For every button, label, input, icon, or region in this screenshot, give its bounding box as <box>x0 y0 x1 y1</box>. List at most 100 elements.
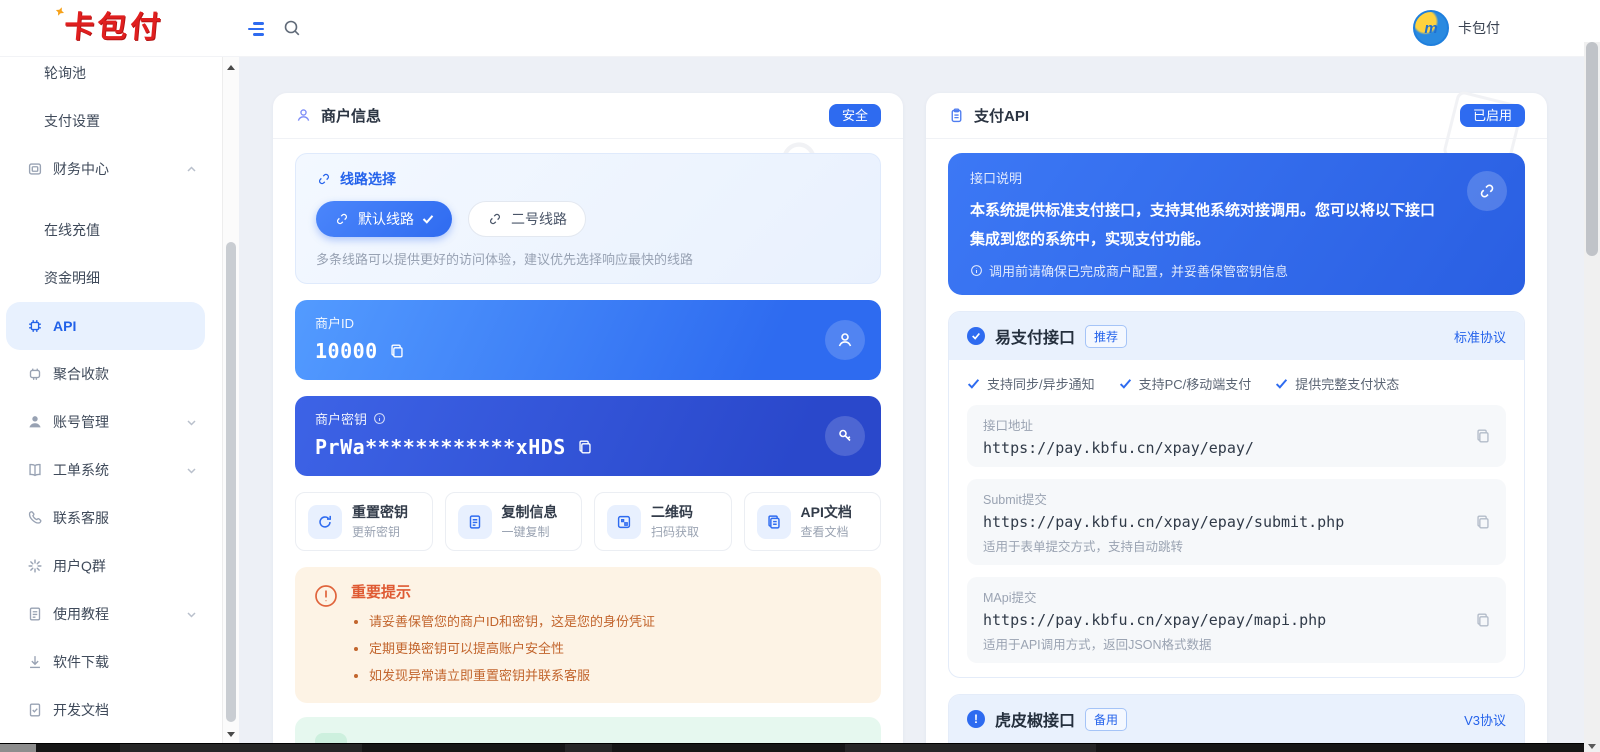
taskbar-strip <box>0 743 1584 752</box>
sidebar-item-contact-support[interactable]: 联系客服 <box>0 494 213 542</box>
hupijiao-protocol-link[interactable]: V3协议 <box>1464 710 1506 729</box>
sidebar-item-dev-docs[interactable]: 开发文档 <box>0 686 213 734</box>
feature-item: 提供完整支付状态 <box>1275 374 1399 393</box>
copy-endpoint-button[interactable] <box>1474 427 1492 445</box>
sidebar-item-tutorials[interactable]: 使用教程 <box>0 590 213 638</box>
merchant-id-value: 10000 <box>315 339 378 363</box>
person-icon <box>295 107 312 124</box>
sidebar-item-finance-center[interactable]: 财务中心 <box>0 145 213 193</box>
endpoint-submit: Submit提交 https://pay.kbfu.cn/xpay/epay/s… <box>967 479 1506 565</box>
copy-endpoint-button[interactable] <box>1474 611 1492 629</box>
endpoint-desc: 适用于API调用方式，返回JSON格式数据 <box>983 634 1460 653</box>
epay-protocol-link[interactable]: 标准协议 <box>1454 327 1506 346</box>
intro-note: 调用前请确保已完成商户配置，并妥善保管密钥信息 <box>970 261 1503 280</box>
merchant-key-value-row: PrWa************xHDS <box>315 435 861 459</box>
scroll-down-arrow[interactable] <box>223 726 239 742</box>
copy-icon <box>388 342 406 360</box>
copy-info-button[interactable]: 复制信息 一键复制 <box>445 492 583 551</box>
important-notice-panel: 重要提示 请妥善保管您的商户ID和密钥，这是您的身份凭证 定期更换密钥可以提高账… <box>295 567 881 703</box>
check-icon <box>967 377 980 390</box>
qrcode-button[interactable]: 二维码 扫码获取 <box>594 492 732 551</box>
sidebar-item-account-management[interactable]: 账号管理 <box>0 398 213 446</box>
copy-icon <box>576 438 594 456</box>
sidebar-item-software-download[interactable]: 软件下载 <box>0 638 213 686</box>
brand-logo-text: 卡包付 <box>63 11 165 44</box>
brand-logo[interactable]: 卡包付 <box>62 9 164 47</box>
sidebar-collapse-button[interactable] <box>248 18 270 40</box>
endpoint-url: https://pay.kbfu.cn/xpay/epay/ <box>983 439 1460 457</box>
merchant-card-header: 商户信息 安全 <box>273 93 903 139</box>
copy-endpoint-button[interactable] <box>1474 513 1492 531</box>
sidebar-item-user-qq-group[interactable]: 用户Q群 <box>0 542 213 590</box>
line-option-default[interactable]: 默认线路 <box>316 201 452 237</box>
sidebar-item-payment-settings[interactable]: 支付设置 <box>0 97 213 145</box>
search-button[interactable] <box>281 18 303 40</box>
avatar: m <box>1413 10 1449 46</box>
merchant-id-value-row: 10000 <box>315 339 861 363</box>
link-icon <box>334 211 350 227</box>
line-options: 默认线路 二号线路 <box>316 201 860 237</box>
notice-item: 定期更换密钥可以提高账户安全性 <box>369 635 655 662</box>
clipboard-icon <box>948 107 965 124</box>
copy-icon <box>1474 513 1492 531</box>
chip-icon <box>26 317 44 335</box>
copy-icon <box>1474 427 1492 445</box>
sidebar-item-online-recharge[interactable]: 在线充值 <box>0 206 213 254</box>
recommended-tag: 推荐 <box>1085 325 1127 348</box>
page-scrollbar-thumb[interactable] <box>1586 42 1598 256</box>
notice-title: 重要提示 <box>351 581 655 602</box>
chevron-down-icon <box>186 609 197 620</box>
merchant-card-title: 商户信息 <box>321 105 381 126</box>
user-name: 卡包付 <box>1458 18 1500 38</box>
sidebar-item-fund-details[interactable]: 资金明细 <box>0 254 213 302</box>
sidebar-scrollbar-thumb[interactable] <box>226 242 236 722</box>
chevron-down-icon <box>186 417 197 428</box>
reset-key-button[interactable]: 重置密钥 更新密钥 <box>295 492 433 551</box>
notice-list: 请妥善保管您的商户ID和密钥，这是您的身份凭证 定期更换密钥可以提高账户安全性 … <box>351 608 655 689</box>
security-badge: 安全 <box>829 104 881 128</box>
sidebar-item-polling-pool[interactable]: 轮询池 <box>0 56 213 97</box>
hupijiao-section-header: ! 虎皮椒接口 备用 V3协议 <box>949 695 1524 743</box>
feature-item: 支持PC/移动端支付 <box>1119 374 1252 393</box>
copy-merchant-id-button[interactable] <box>388 342 406 360</box>
merchant-key-label: 商户密钥 <box>315 409 861 428</box>
check-icon <box>422 213 434 225</box>
person-circle-icon <box>825 320 865 360</box>
warning-icon <box>313 583 339 609</box>
api-card-title: 支付API <box>974 105 1029 126</box>
merchant-action-buttons: 重置密钥 更新密钥 复制信息 一键复制 <box>295 492 881 551</box>
endpoint-url: https://pay.kbfu.cn/xpay/epay/submit.php <box>983 513 1460 531</box>
sidebar-item-aggregate-collection[interactable]: 聚合收款 <box>0 350 213 398</box>
line-select-hint: 多条线路可以提供更好的访问体验，建议优先选择响应最快的线路 <box>316 249 860 268</box>
chevron-down-icon <box>186 465 197 476</box>
scroll-up-arrow[interactable] <box>223 60 239 76</box>
app-window: 卡包付 m 卡包付 轮询池 支付设置 <box>0 0 1600 752</box>
merchant-key-panel: 商户密钥 PrWa************xHDS <box>295 396 881 476</box>
copy-icon <box>1474 611 1492 629</box>
link-circle-icon <box>1467 171 1507 211</box>
endpoint-url: https://pay.kbfu.cn/xpay/epay/mapi.php <box>983 611 1460 629</box>
intro-title: 接口说明 <box>970 168 1503 187</box>
epay-section-body: 支持同步/异步通知 支持PC/移动端支付 提供完整支付状态 <box>949 360 1524 677</box>
copy-merchant-key-button[interactable] <box>576 438 594 456</box>
api-docs-button[interactable]: API文档 查看文档 <box>744 492 882 551</box>
api-card-body: 接口说明 本系统提供标准支付接口，支持其他系统对接调用。您可以将以下接口集成到您… <box>926 139 1547 752</box>
link-icon <box>487 211 503 227</box>
spinner-icon <box>26 557 44 575</box>
sidebar-item-api[interactable]: API <box>6 302 205 350</box>
chevron-up-icon <box>186 164 197 175</box>
sidebar-scrollbar[interactable] <box>222 56 239 744</box>
line-select-title: 线路选择 <box>316 169 860 189</box>
sidebar: 轮询池 支付设置 财务中心 在线充值 资金明细 <box>0 56 213 744</box>
info-icon[interactable] <box>373 412 386 425</box>
intro-body: 本系统提供标准支付接口，支持其他系统对接调用。您可以将以下接口集成到您的系统中，… <box>970 196 1503 254</box>
line-option-second[interactable]: 二号线路 <box>468 201 586 237</box>
notice-item: 如发现异常请立即重置密钥并联系客服 <box>369 662 655 689</box>
user-menu[interactable]: m 卡包付 <box>1413 10 1500 46</box>
docs-copy-icon <box>757 505 791 539</box>
sidebar-item-ticket-system[interactable]: 工单系统 <box>0 446 213 494</box>
page-scroll-down-arrow[interactable] <box>1588 744 1596 749</box>
page-scrollbar[interactable] <box>1584 42 1600 752</box>
merchant-card-body: 线路选择 默认线路 <box>273 139 903 752</box>
epay-section-header: 易支付接口 推荐 标准协议 <box>949 312 1524 360</box>
